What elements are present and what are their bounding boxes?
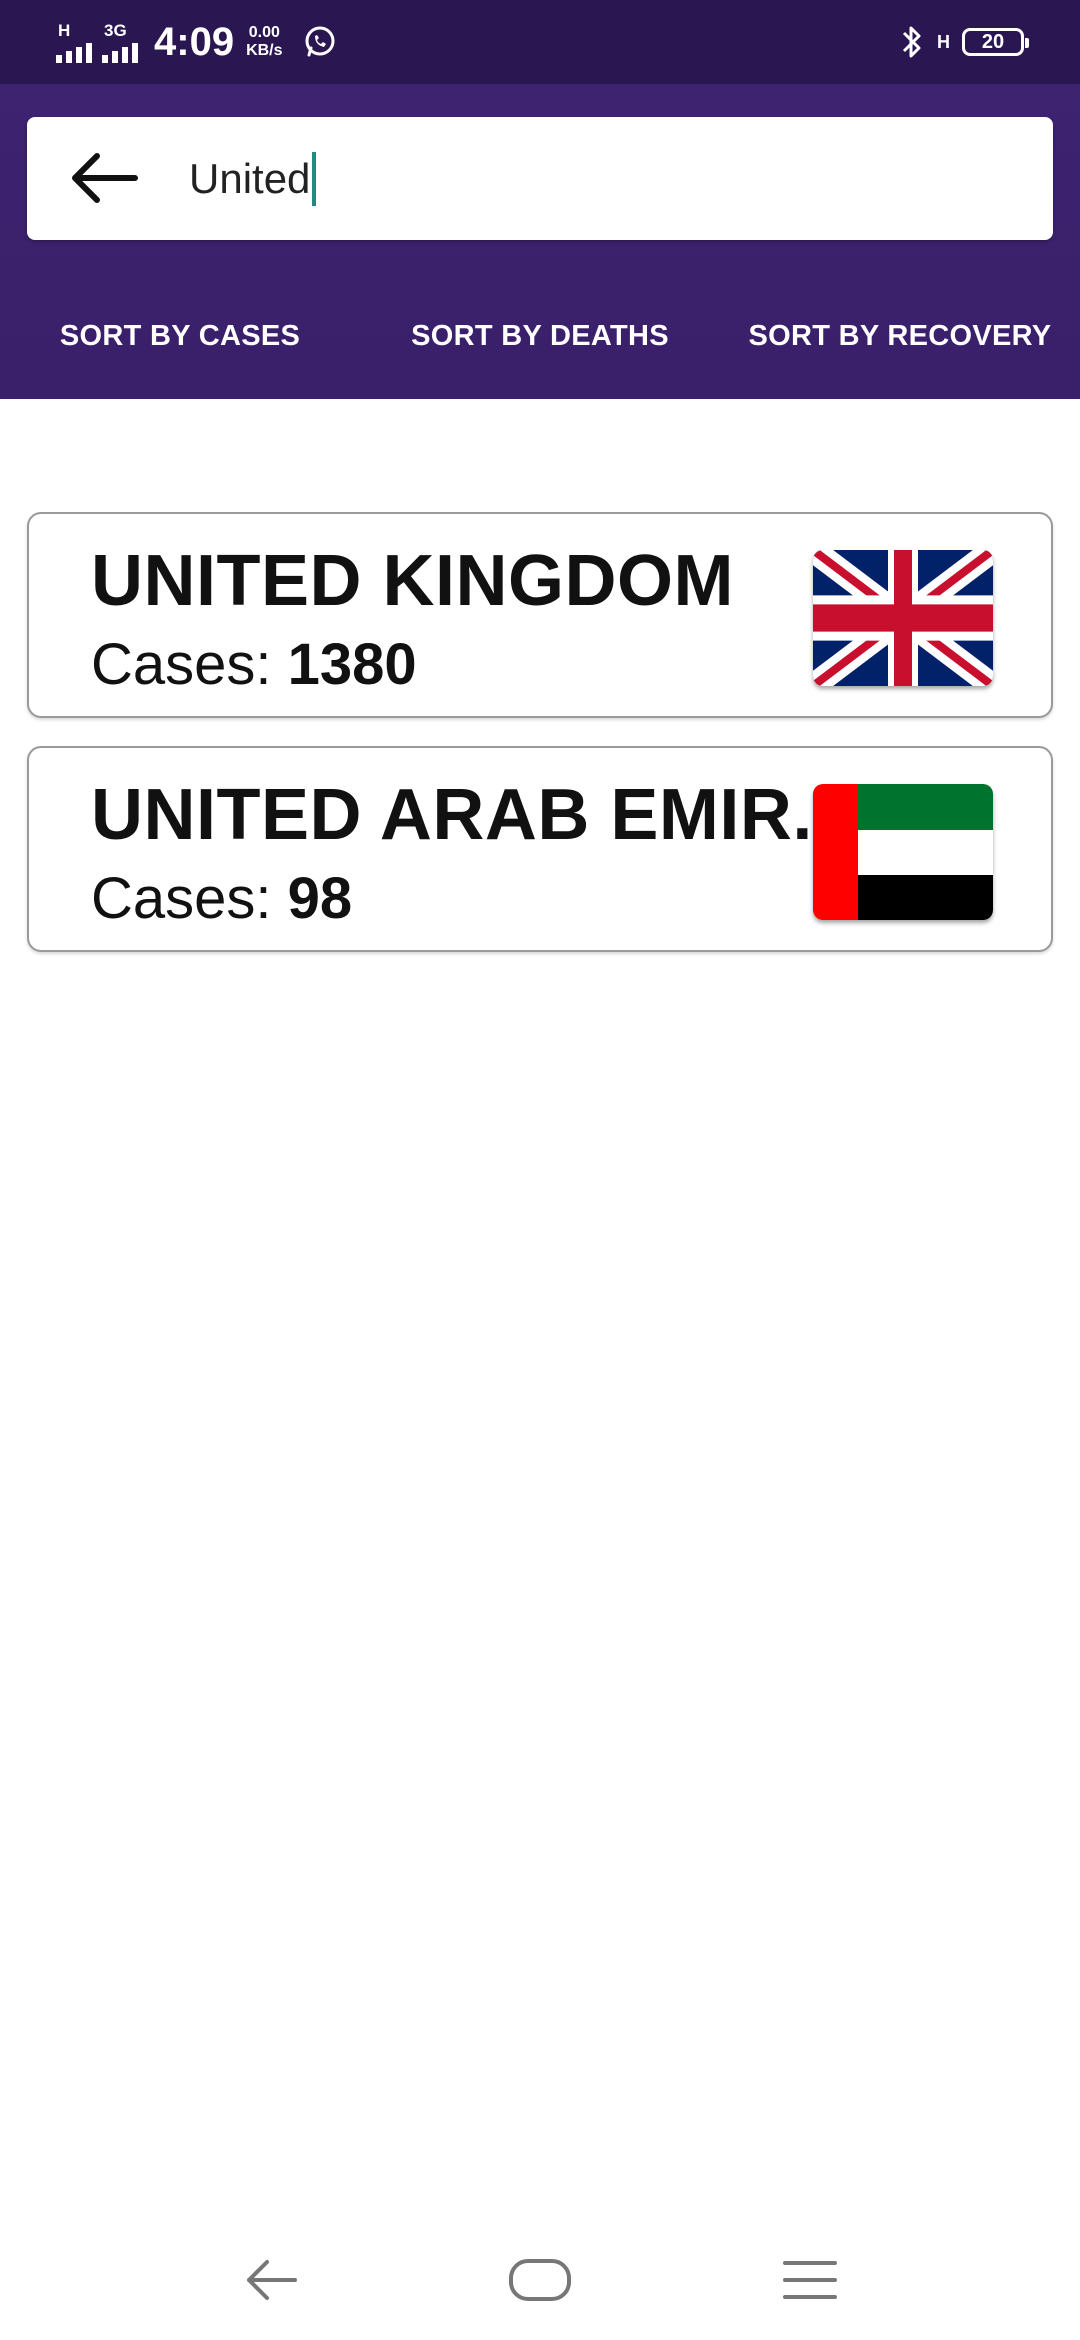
app-header: United SORT BY CASES SORT BY DEATHS SORT… (0, 84, 1080, 399)
signal-bars-icon (102, 41, 138, 63)
speed-value: 0.00 (248, 24, 280, 41)
cases-count: Cases: 1380 (91, 632, 417, 698)
nav-menu-button[interactable] (775, 2250, 845, 2310)
uae-flag-icon (813, 784, 993, 920)
clock: 4:09 (154, 19, 235, 64)
country-name: UNITED ARAB EMIR.. (91, 775, 831, 855)
uk-flag-icon (813, 550, 993, 686)
signal-1: H (56, 22, 92, 63)
bluetooth-icon (902, 26, 921, 58)
status-bar: H 3G 4:09 0.00 KB/s H 20 (0, 0, 1080, 84)
signal-bars-icon (56, 41, 92, 63)
cases-label: Cases: (91, 632, 272, 697)
search-bar[interactable]: United (27, 117, 1053, 240)
country-name: UNITED KINGDOM (91, 541, 734, 621)
sort-by-deaths-button[interactable]: SORT BY DEATHS (390, 306, 690, 366)
network-type-2: 3G (104, 20, 127, 40)
cases-count: Cases: 98 (91, 866, 352, 932)
sort-by-recovery-button[interactable]: SORT BY RECOVERY (740, 306, 1060, 366)
search-input[interactable]: United (189, 117, 317, 240)
network-type-1: H (58, 20, 71, 40)
battery-level: 20 (981, 30, 1005, 53)
country-card[interactable]: UNITED ARAB EMIR.. Cases: 98 (27, 746, 1053, 952)
nav-back-icon (247, 2260, 297, 2300)
nav-back-button[interactable] (236, 2250, 306, 2310)
network-type-right: H (937, 32, 950, 52)
country-card[interactable]: UNITED KINGDOM Cases: 1380 (27, 512, 1053, 718)
nav-menu-icon (783, 2261, 837, 2299)
cases-label: Cases: (91, 866, 272, 931)
sort-by-cases-button[interactable]: SORT BY CASES (30, 306, 330, 366)
search-input-value: United (189, 154, 311, 202)
nav-home-button[interactable] (505, 2250, 575, 2310)
speed-unit: KB/s (246, 42, 283, 59)
system-nav-bar (0, 2220, 1080, 2340)
sort-options: SORT BY CASES SORT BY DEATHS SORT BY REC… (0, 306, 1080, 396)
cases-value: 1380 (287, 632, 417, 697)
cases-value: 98 (287, 866, 353, 931)
back-button[interactable] (63, 143, 143, 213)
text-cursor (312, 151, 317, 206)
signal-2: 3G (102, 22, 138, 63)
nav-home-icon (509, 2259, 571, 2301)
back-arrow-icon (72, 153, 138, 203)
whatsapp-icon (305, 26, 335, 57)
network-speed: 0.00 KB/s (246, 24, 282, 60)
battery-icon: 20 (962, 28, 1029, 56)
